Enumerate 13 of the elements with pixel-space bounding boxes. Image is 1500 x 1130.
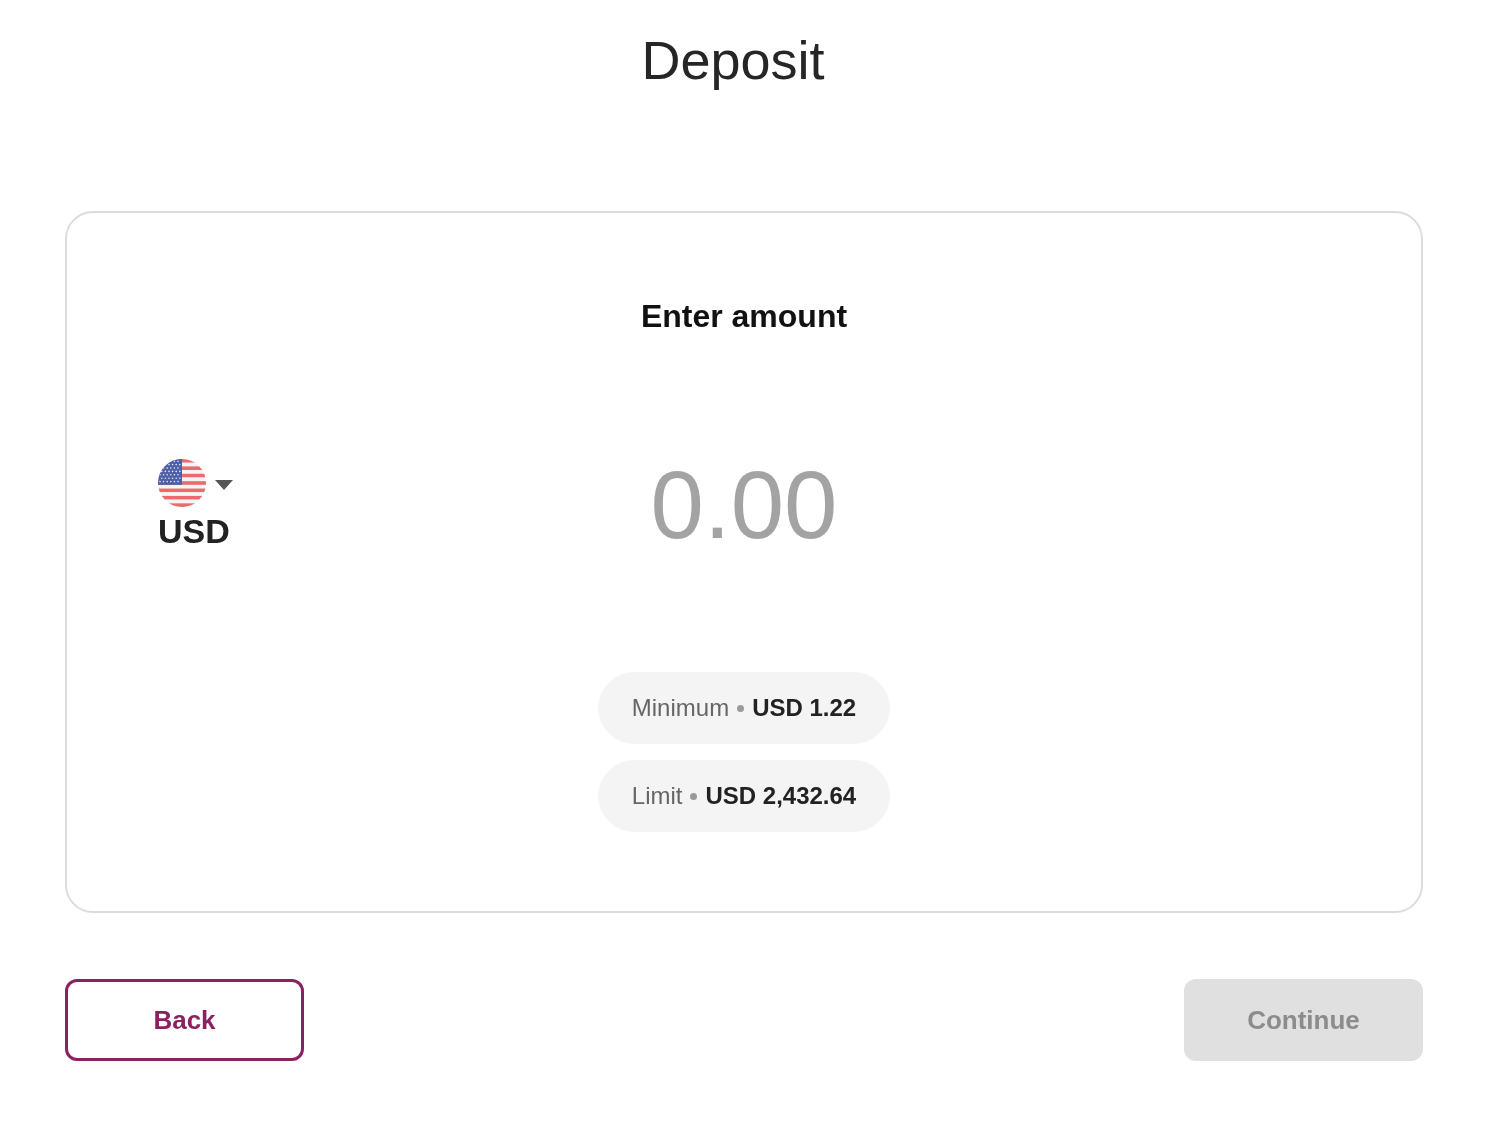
limit-label: Limit xyxy=(631,782,683,810)
limit-label: Minimum xyxy=(631,694,730,722)
currency-selector[interactable]: USD xyxy=(158,459,233,551)
flag-icon xyxy=(158,459,206,507)
separator-dot-icon xyxy=(737,704,745,712)
back-button[interactable]: Back xyxy=(65,979,304,1061)
card-heading: Enter amount xyxy=(640,297,848,336)
limit-value: USD 2,432.64 xyxy=(705,782,857,810)
limit-value: USD 1.22 xyxy=(752,694,857,722)
caret-icon xyxy=(215,480,233,490)
page-title: Deposit xyxy=(640,29,826,92)
separator-dot-icon xyxy=(690,792,698,800)
amount-field[interactable]: 0.00 xyxy=(584,450,904,560)
